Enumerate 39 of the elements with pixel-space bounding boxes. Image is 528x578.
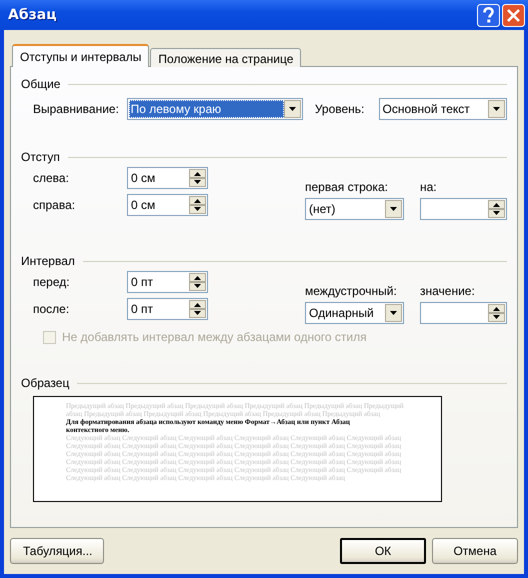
dropdown[interactable]: (нет) — [305, 198, 404, 220]
field-label: первая строка: — [305, 180, 389, 194]
spinner-field[interactable]: 0 пт — [127, 270, 208, 292]
tab[interactable]: Отступы и интервалы — [12, 44, 150, 67]
field-label: справа: — [33, 198, 76, 212]
help-icon[interactable] — [477, 4, 500, 26]
dropdown[interactable]: По левому краю — [126, 98, 303, 120]
spinner-arrows-icon[interactable] — [189, 196, 206, 214]
dialog-button[interactable]: ОК — [340, 538, 426, 564]
spinner-arrows-icon[interactable] — [189, 272, 206, 290]
spinner-field[interactable]: 0 см — [127, 166, 208, 188]
dialog-button[interactable]: Отмена — [432, 538, 518, 564]
spinner-field[interactable] — [420, 198, 507, 220]
field-label: после: — [33, 302, 70, 316]
field-label: перед: — [33, 274, 71, 288]
spinner-field[interactable]: 0 см — [127, 194, 208, 216]
field-label: на: — [420, 180, 438, 194]
spinner-arrows-icon[interactable] — [189, 300, 206, 318]
window-title: Абзац — [8, 7, 57, 23]
group-title: Отступ — [21, 150, 60, 164]
spinner-field[interactable] — [420, 302, 507, 324]
dropdown[interactable]: Основной текст — [378, 98, 507, 120]
field-label: значение: — [420, 284, 476, 298]
dialog-button[interactable]: Табуляция... — [10, 538, 104, 564]
field-label: Выравнивание: — [33, 102, 120, 116]
field-label: Уровень: — [314, 102, 366, 116]
group-title: Образец — [21, 376, 70, 390]
spinner-arrows-icon[interactable] — [488, 304, 505, 322]
field-label: слева: — [33, 170, 70, 184]
tab[interactable]: Положение на странице — [150, 48, 302, 67]
spinner-arrows-icon[interactable] — [189, 168, 206, 186]
dropdown[interactable]: Одинарный — [305, 302, 404, 324]
spinner-field[interactable]: 0 пт — [127, 298, 208, 320]
group-title: Интервал — [21, 254, 75, 268]
field-label: междустрочный: — [305, 284, 398, 298]
checkbox-label: Не добавлять интервал между абзацами одного стиля — [62, 330, 367, 344]
spinner-arrows-icon[interactable] — [488, 200, 505, 218]
close-icon[interactable] — [502, 4, 525, 26]
group-title: Общие — [21, 77, 60, 91]
